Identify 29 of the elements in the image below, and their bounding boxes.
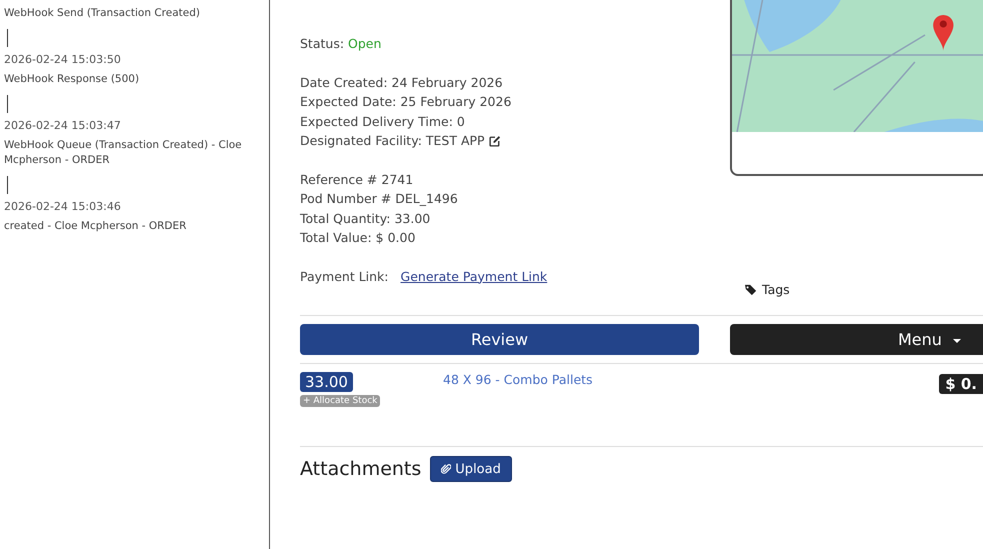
event-text: WebHook Queue (Transaction Created) - Cloe Mcpherson - ORDER — [4, 138, 243, 168]
detail-text: Total Value: $ 0.00 — [300, 229, 416, 247]
status-text: Status: Open — [300, 35, 382, 53]
menu-button[interactable]: Menu — [730, 324, 983, 355]
product-link[interactable]: 48 X 96 - Combo Pallets — [443, 372, 940, 387]
event-time: 2026-02-24 15:03:50 — [4, 53, 122, 66]
detail-text: Reference # 2741 — [300, 170, 414, 188]
payment-link[interactable]: Generate Payment Link — [400, 266, 548, 286]
event-time: 2026-02-24 15:03:47 — [4, 119, 122, 132]
price-badge: $ 0. — [939, 374, 983, 394]
detail-text: Pod Number # DEL_1496 — [300, 190, 459, 208]
event-text: WebHook Send (Transaction Created) — [4, 6, 201, 21]
upload-button[interactable]: Upload — [430, 456, 512, 482]
tags-label[interactable]: Tags — [744, 282, 983, 297]
attachments-heading: Attachments — [300, 458, 422, 480]
detail-text: Date Created: 24 February 2026 — [300, 74, 503, 92]
edit-icon[interactable] — [488, 134, 501, 147]
detail-text: Designated Facility: TEST APP — [300, 132, 485, 150]
event-text: WebHook Response (500) — [4, 72, 140, 87]
detail-text: Expected Delivery Time: 0 — [300, 112, 465, 131]
event-text: created - Cloe Mcpherson - ORDER — [4, 219, 188, 234]
payment-label: Payment Link: — [300, 268, 389, 286]
paperclip-icon — [441, 463, 452, 475]
review-button[interactable]: Review — [300, 324, 699, 355]
event-time: 2026-02-24 15:03:46 — [4, 200, 122, 213]
quantity-badge: 33.00 — [300, 372, 353, 392]
detail-text: Expected Date: 25 February 2026 — [300, 93, 512, 111]
detail-text: Total Quantity: 33.00 — [300, 210, 432, 228]
tag-icon — [744, 284, 758, 296]
